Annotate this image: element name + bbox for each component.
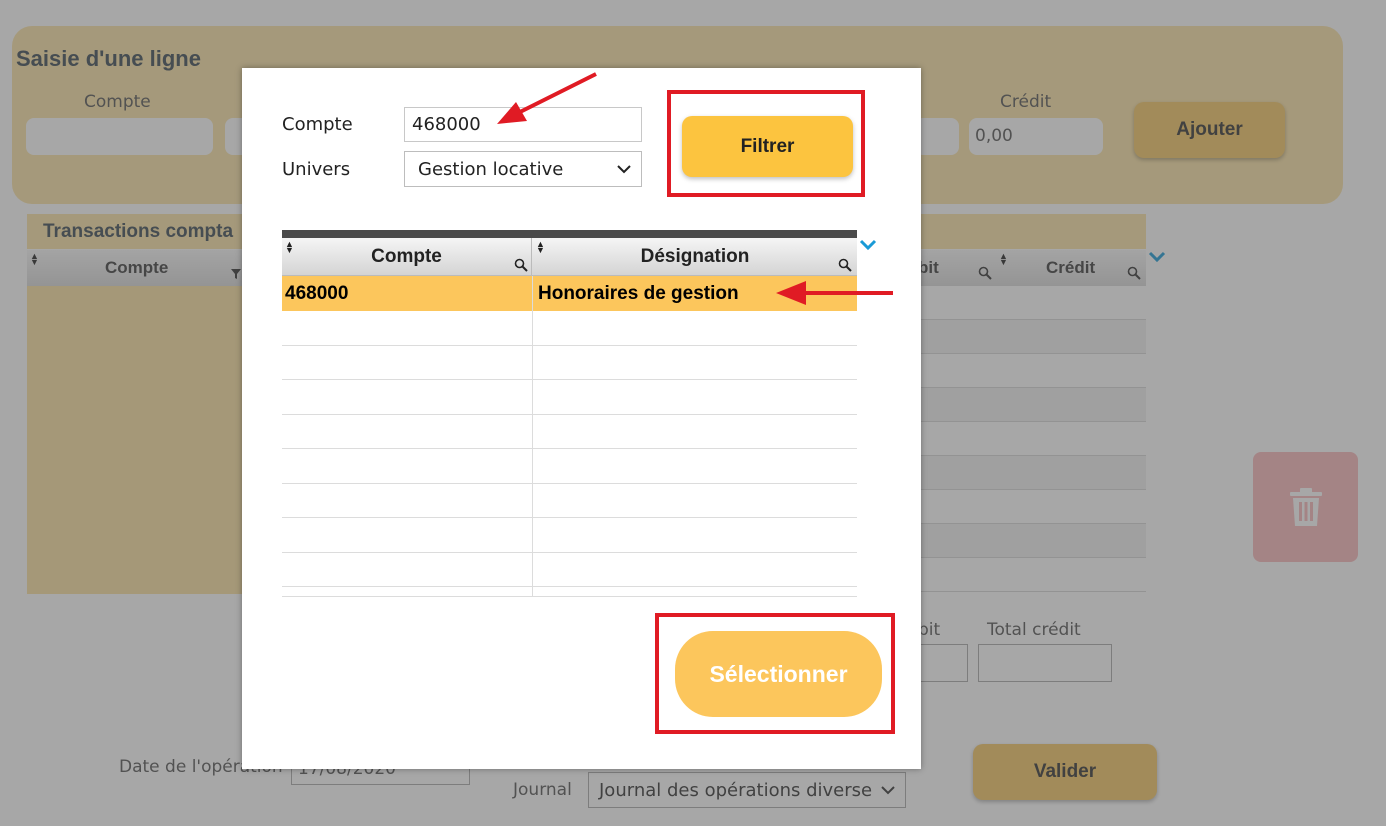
grid-header: ▲ ▼ Compte ▲ ▼ Désignation bbox=[282, 238, 857, 276]
univers-select[interactable]: Gestion locative bbox=[404, 151, 642, 187]
grid-column-divider bbox=[532, 276, 533, 597]
grid-col-designation[interactable]: ▲ ▼ Désignation bbox=[533, 238, 857, 276]
table-row[interactable] bbox=[282, 553, 857, 587]
table-row[interactable] bbox=[282, 518, 857, 553]
table-row-selected[interactable]: 468000 Honoraires de gestion bbox=[282, 276, 857, 311]
chevron-down-icon[interactable] bbox=[859, 238, 877, 252]
search-icon[interactable] bbox=[514, 258, 528, 272]
table-row[interactable] bbox=[282, 449, 857, 484]
annotation-highlight-box bbox=[655, 613, 895, 734]
table-row[interactable] bbox=[282, 380, 857, 415]
grid-top-bar bbox=[282, 230, 857, 238]
table-row[interactable] bbox=[282, 415, 857, 449]
search-icon[interactable] bbox=[838, 258, 852, 272]
univers-value: Gestion locative bbox=[418, 158, 564, 180]
grid-col-compte[interactable]: ▲ ▼ Compte bbox=[282, 238, 532, 276]
modal-compte-input[interactable]: 468000 bbox=[404, 107, 642, 142]
chevron-down-icon bbox=[617, 165, 631, 174]
modal-univers-label: Univers bbox=[282, 159, 351, 180]
modal-compte-label: Compte bbox=[282, 114, 353, 135]
table-row[interactable] bbox=[282, 311, 857, 346]
table-row[interactable] bbox=[282, 587, 857, 597]
annotation-highlight-box bbox=[667, 90, 865, 197]
grid-col-designation-label: Désignation bbox=[640, 246, 750, 267]
table-row[interactable] bbox=[282, 346, 857, 380]
grid-col-compte-label: Compte bbox=[371, 246, 442, 267]
table-row[interactable] bbox=[282, 484, 857, 518]
row-designation: Honoraires de gestion bbox=[538, 283, 739, 304]
row-compte: 468000 bbox=[285, 283, 349, 304]
